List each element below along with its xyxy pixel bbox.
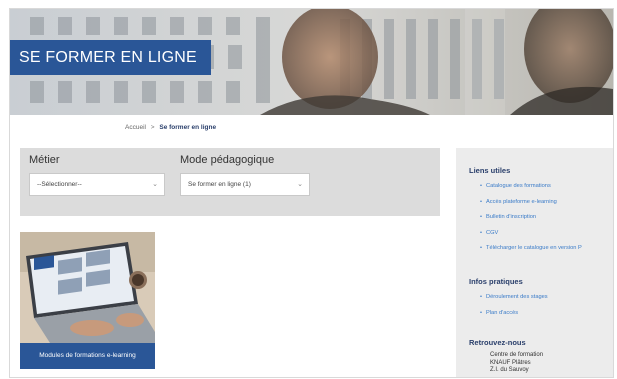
metier-select-value: --Sélectionner-- <box>37 181 82 188</box>
sidebar-link-telecharger[interactable]: Télécharger le catalogue en version P <box>480 241 582 257</box>
card-caption: Modules de formations e-learning <box>39 352 136 359</box>
laptop-image <box>20 232 155 343</box>
retrouvez-nous-heading: Retrouvez-nous <box>469 338 526 347</box>
breadcrumb: Accueil > Se former en ligne <box>125 124 216 131</box>
chevron-down-icon: ⌄ <box>152 181 158 188</box>
mode-label: Mode pédagogique <box>180 154 275 166</box>
sidebar-link-cgv[interactable]: CGV <box>480 226 582 242</box>
chevron-down-icon: ⌄ <box>297 181 303 188</box>
breadcrumb-separator: > <box>150 124 155 131</box>
page-frame: SE FORMER EN LIGNE Accueil > Se former e… <box>9 8 614 378</box>
metier-label: Métier <box>29 154 60 166</box>
address-line: Z.I. du Sauvoy <box>490 367 529 373</box>
sidebar-link-bulletin[interactable]: Bulletin d'inscription <box>480 210 582 226</box>
address-block: Centre de formation KNAUF Plâtres Z.I. d… <box>490 352 543 375</box>
hero-banner: SE FORMER EN LIGNE <box>10 9 613 115</box>
liens-utiles-heading: Liens utiles <box>469 166 511 175</box>
liens-utiles-list: Catalogue des formations Accès plateform… <box>480 179 582 257</box>
breadcrumb-current: Se former en ligne <box>159 124 217 131</box>
sidebar-link-plan[interactable]: Plan d'accès <box>480 306 548 322</box>
filter-bar: Métier --Sélectionner-- ⌄ Mode pédagogiq… <box>20 148 440 216</box>
mode-select-value: Se former en ligne (1) <box>188 181 251 188</box>
sidebar-link-elearning[interactable]: Accès plateforme e-learning <box>480 195 582 211</box>
address-line: Centre de formation <box>490 352 544 358</box>
metier-select[interactable]: --Sélectionner-- ⌄ <box>29 173 165 196</box>
infos-pratiques-heading: Infos pratiques <box>469 277 523 286</box>
infos-pratiques-list: Déroulement des stages Plan d'accès <box>480 290 548 321</box>
sidebar: Liens utiles Catalogue des formations Ac… <box>456 148 613 377</box>
address-line: KNAUF Plâtres <box>490 359 531 366</box>
sidebar-link-deroulement[interactable]: Déroulement des stages <box>480 290 548 306</box>
sidebar-link-catalogue[interactable]: Catalogue des formations <box>480 179 582 195</box>
hero-title: SE FORMER EN LIGNE <box>10 40 211 75</box>
mode-select[interactable]: Se former en ligne (1) ⌄ <box>180 173 310 196</box>
breadcrumb-home-link[interactable]: Accueil <box>125 124 146 131</box>
elearning-card[interactable]: Modules de formations e-learning <box>20 232 155 369</box>
